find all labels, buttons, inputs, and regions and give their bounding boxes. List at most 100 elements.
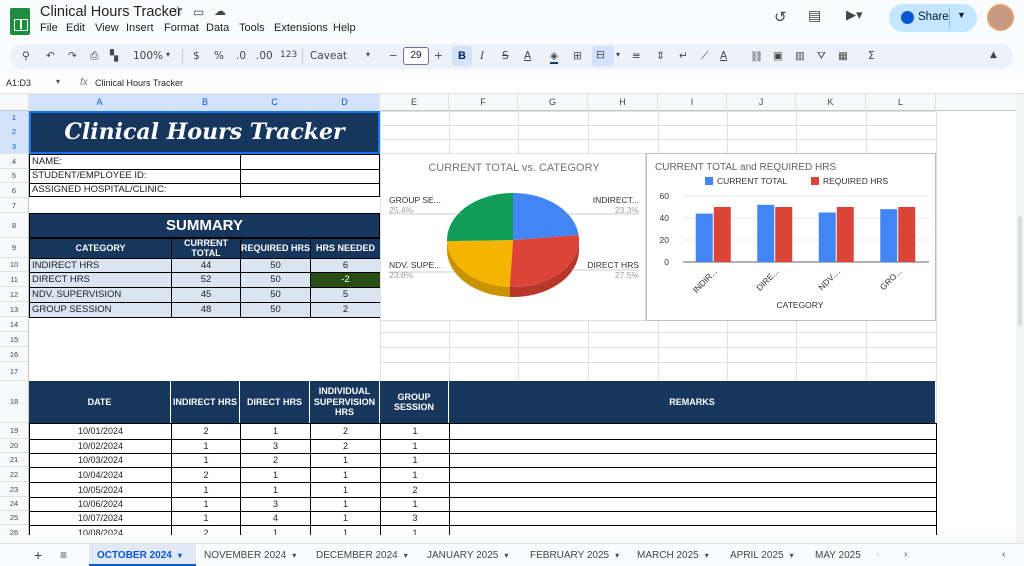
column-header-I[interactable]: I <box>658 94 727 111</box>
row-header-16[interactable]: 16 <box>0 347 28 362</box>
bar-0[interactable] <box>696 214 713 262</box>
share-button[interactable]: Share ▼ <box>889 4 977 32</box>
row-header-18[interactable]: 18 <box>0 381 28 423</box>
document-title[interactable]: Clinical Hours Tracker <box>40 4 182 20</box>
name-box[interactable]: A1:D3 <box>6 78 31 88</box>
log-header-1[interactable]: INDIRECT HRS <box>171 381 240 423</box>
summary-category[interactable]: GROUP SESSION <box>29 302 172 318</box>
log-hours-cell[interactable]: 1 <box>380 497 450 512</box>
decrease-decimal-button[interactable]: .0 <box>236 50 246 62</box>
id-field[interactable] <box>241 170 380 183</box>
log-header-0[interactable]: DATE <box>29 381 171 423</box>
row-header-20[interactable]: 20 <box>0 439 28 453</box>
column-header-E[interactable]: E <box>380 94 449 111</box>
row-header-4[interactable]: 4 <box>0 154 28 169</box>
menu-file[interactable]: File <box>40 22 58 34</box>
row-header-15[interactable]: 15 <box>0 332 28 347</box>
log-remarks-cell[interactable] <box>449 511 937 526</box>
sheet-tab[interactable]: MARCH 2025▾ <box>637 550 709 561</box>
summary-value[interactable]: -2 <box>310 272 381 288</box>
log-date-cell[interactable]: 10/02/2024 <box>29 439 172 454</box>
log-remarks-cell[interactable] <box>449 497 937 512</box>
functions-button[interactable]: Σ <box>868 50 875 62</box>
summary-value[interactable]: 44 <box>171 258 241 273</box>
log-header-4[interactable]: GROUP SESSION <box>380 381 449 423</box>
tab-menu-icon[interactable]: ▾ <box>178 551 182 560</box>
log-remarks-cell[interactable] <box>449 439 937 454</box>
menu-insert[interactable]: Insert <box>126 22 154 34</box>
text-wrap-icon[interactable]: ↵ <box>679 50 688 62</box>
menu-view[interactable]: View <box>95 22 119 34</box>
italic-button[interactable]: I <box>480 50 484 62</box>
bar-1[interactable] <box>775 207 792 262</box>
menu-format[interactable]: Format <box>164 22 199 34</box>
row-header-21[interactable]: 21 <box>0 453 28 467</box>
filter-views-icon[interactable]: ▦ <box>838 50 848 62</box>
undo-icon[interactable]: ↶ <box>46 50 55 62</box>
log-hours-cell[interactable]: 1 <box>310 482 381 498</box>
bold-button[interactable]: B <box>452 46 472 66</box>
increase-decimal-button[interactable]: .00 <box>256 50 273 62</box>
collapse-toolbar-icon[interactable]: ▲ <box>990 50 997 60</box>
redo-icon[interactable]: ↷ <box>68 50 77 62</box>
chevron-down-icon[interactable]: ▾ <box>366 50 370 59</box>
filter-icon[interactable]: ⛛ <box>817 50 826 63</box>
title-banner[interactable]: Clinical Hours Tracker <box>29 111 380 154</box>
log-remarks-cell[interactable] <box>449 482 937 498</box>
summary-value[interactable]: 5 <box>310 287 381 303</box>
log-hours-cell[interactable]: 1 <box>171 482 241 498</box>
menu-edit[interactable]: Edit <box>66 22 85 34</box>
search-menus-icon[interactable]: ⚲ <box>22 50 30 62</box>
tab-menu-icon[interactable]: ▾ <box>292 551 296 560</box>
log-hours-cell[interactable]: 1 <box>240 482 311 498</box>
log-hours-cell[interactable]: 2 <box>171 423 241 440</box>
name-box-dropdown-icon[interactable]: ▾ <box>56 77 60 86</box>
log-hours-cell[interactable]: 1 <box>240 525 311 535</box>
summary-header-0[interactable]: CATEGORY <box>29 238 172 259</box>
row-header-9[interactable]: 9 <box>0 238 28 258</box>
log-hours-cell[interactable]: 2 <box>171 525 241 535</box>
log-header-2[interactable]: DIRECT HRS <box>240 381 310 423</box>
log-hours-cell[interactable]: 1 <box>240 467 311 483</box>
font-select[interactable]: Caveat <box>310 50 347 62</box>
pie-slice[interactable] <box>447 193 513 241</box>
comment-icon[interactable]: ▤ <box>808 8 821 24</box>
summary-category[interactable]: NDV. SUPERVISION <box>29 287 172 303</box>
row-header-11[interactable]: 11 <box>0 272 28 287</box>
currency-format-button[interactable]: $ <box>193 50 200 62</box>
summary-header-2[interactable]: REQUIRED HRS <box>240 238 311 259</box>
log-remarks-cell[interactable] <box>449 423 937 440</box>
log-date-cell[interactable]: 10/08/2024 <box>29 525 172 535</box>
log-remarks-cell[interactable] <box>449 453 937 468</box>
tab-menu-icon[interactable]: ▾ <box>615 551 619 560</box>
row-header-12[interactable]: 12 <box>0 287 28 302</box>
sheet-tab[interactable]: APRIL 2025▾ <box>730 550 794 561</box>
column-header-H[interactable]: H <box>588 94 658 111</box>
hospital-field[interactable] <box>241 184 380 197</box>
vertical-align-icon[interactable]: ⇕ <box>656 50 665 62</box>
log-hours-cell[interactable]: 1 <box>310 467 381 483</box>
summary-value[interactable]: 50 <box>240 272 311 288</box>
decrease-font-icon[interactable]: − <box>389 50 398 62</box>
log-hours-cell[interactable]: 1 <box>380 439 450 454</box>
insert-link-icon[interactable]: ⛓ <box>750 50 763 63</box>
row-header-22[interactable]: 22 <box>0 467 28 482</box>
bar-1[interactable] <box>898 207 915 262</box>
log-date-cell[interactable]: 10/03/2024 <box>29 453 172 468</box>
row-header-1[interactable]: 1 <box>0 111 28 125</box>
log-hours-cell[interactable]: 1 <box>171 497 241 512</box>
summary-category[interactable]: INDIRECT HRS <box>29 258 172 273</box>
collapse-sidebar-icon[interactable]: ‹ <box>1002 549 1005 560</box>
log-hours-cell[interactable]: 3 <box>240 497 311 512</box>
summary-value[interactable]: 2 <box>310 302 381 318</box>
log-hours-cell[interactable]: 1 <box>171 439 241 454</box>
menu-extensions[interactable]: Extensions <box>274 22 328 34</box>
column-header-C[interactable]: C <box>240 94 310 111</box>
fill-color-icon[interactable]: ◈ <box>550 50 558 64</box>
summary-category[interactable]: DIRECT HRS <box>29 272 172 288</box>
chevron-down-icon[interactable]: ▾ <box>166 50 170 59</box>
row-header-26[interactable]: 26 <box>0 525 28 535</box>
bar-0[interactable] <box>757 205 774 262</box>
tabs-scroll-right-icon[interactable]: › <box>904 549 907 560</box>
strikethrough-button[interactable]: S <box>502 50 509 62</box>
